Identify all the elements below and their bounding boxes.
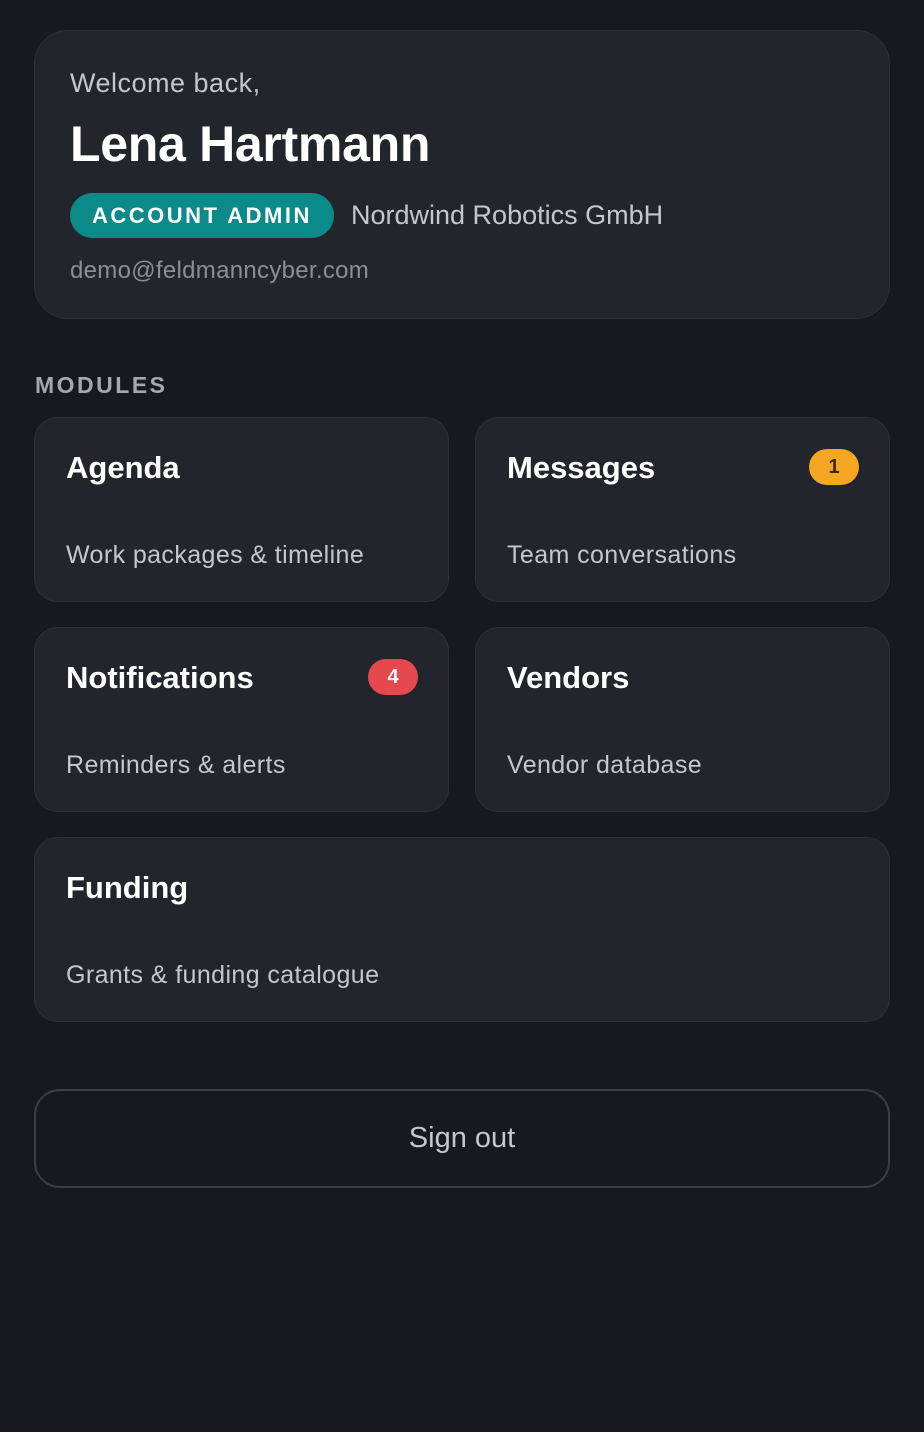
company-name: Nordwind Robotics GmbH	[351, 200, 664, 230]
module-title: Messages	[507, 450, 656, 485]
module-card-agenda[interactable]: Agenda Work packages & timeline	[34, 417, 449, 602]
module-description: Grants & funding catalogue	[66, 961, 380, 989]
role-badge: ACCOUNT ADMIN	[70, 193, 334, 238]
module-title: Notifications	[66, 660, 254, 695]
module-title: Agenda	[66, 450, 180, 485]
modules-section-label: MODULES	[35, 372, 168, 398]
notifications-count-badge: 4	[368, 659, 418, 695]
messages-count-badge: 1	[809, 449, 859, 485]
module-description: Work packages & timeline	[66, 541, 365, 569]
module-description: Team conversations	[507, 541, 737, 569]
welcome-text: Welcome back,	[70, 68, 261, 98]
module-title: Funding	[66, 870, 189, 905]
sign-out-button[interactable]: Sign out	[34, 1089, 890, 1188]
user-email: demo@feldmanncyber.com	[70, 257, 370, 284]
user-name: Lena Hartmann	[70, 116, 431, 172]
module-card-vendors[interactable]: Vendors Vendor database	[475, 627, 890, 812]
module-description: Reminders & alerts	[66, 751, 286, 779]
module-card-notifications[interactable]: Notifications 4 Reminders & alerts	[34, 627, 449, 812]
profile-card: Welcome back, Lena Hartmann ACCOUNT ADMI…	[34, 30, 890, 319]
module-description: Vendor database	[507, 751, 703, 779]
module-card-funding[interactable]: Funding Grants & funding catalogue	[34, 837, 890, 1022]
module-title: Vendors	[507, 660, 630, 695]
account-home: Welcome back, Lena Hartmann ACCOUNT ADMI…	[0, 0, 924, 1432]
module-card-messages[interactable]: Messages 1 Team conversations	[475, 417, 890, 602]
